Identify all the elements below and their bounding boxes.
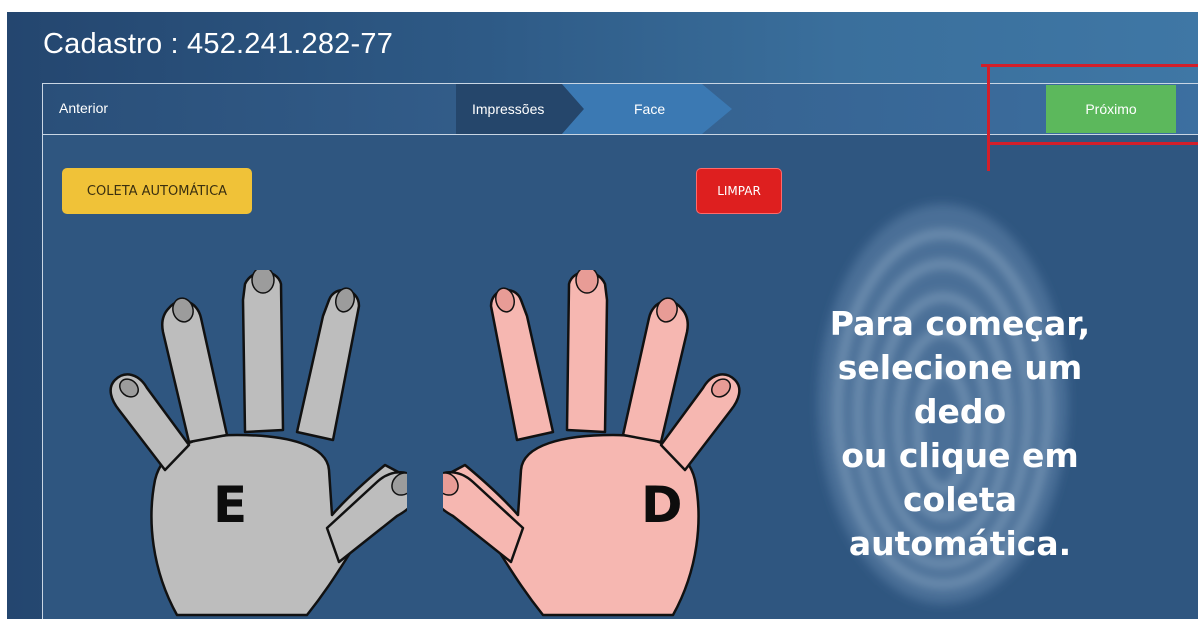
- page-title: Cadastro : 452.241.282-77: [43, 28, 394, 60]
- clear-button[interactable]: LIMPAR: [696, 168, 782, 214]
- capture-panel: Anterior Impressões Face Próximo COLETA …: [42, 83, 1198, 619]
- left-middle-finger[interactable]: [241, 270, 285, 434]
- instructions-line: Para começar,: [829, 304, 1091, 343]
- left-index-finger[interactable]: [295, 288, 361, 442]
- previous-link[interactable]: Anterior: [59, 100, 108, 116]
- right-hand: [443, 270, 741, 617]
- right-index-finger[interactable]: [489, 288, 555, 442]
- step-impressoes-label: Impressões: [472, 101, 545, 117]
- highlight-left-border: [987, 64, 990, 171]
- highlight-top-border: [981, 64, 1198, 67]
- instructions-line: coleta automática.: [848, 480, 1072, 563]
- wizard-navbar: Anterior Impressões Face Próximo: [43, 84, 1198, 135]
- instructions-text: Para começar, selecione um dedo ou cliqu…: [795, 302, 1125, 566]
- left-hand-letter: E: [213, 476, 248, 534]
- next-button[interactable]: Próximo: [1046, 85, 1176, 133]
- right-middle-finger[interactable]: [565, 270, 609, 434]
- left-hand: [109, 270, 407, 617]
- step-face-label: Face: [634, 101, 666, 117]
- instructions-line: selecione um dedo: [837, 348, 1083, 431]
- auto-collect-button[interactable]: COLETA AUTOMÁTICA: [62, 168, 252, 214]
- app-window: Cadastro : 452.241.282-77 Anterior Impre…: [7, 12, 1198, 619]
- wizard-steps: Impressões Face: [456, 84, 746, 134]
- right-hand-letter: D: [641, 476, 683, 534]
- highlight-bottom-border: [987, 142, 1198, 145]
- instructions-line: ou clique em: [841, 436, 1079, 475]
